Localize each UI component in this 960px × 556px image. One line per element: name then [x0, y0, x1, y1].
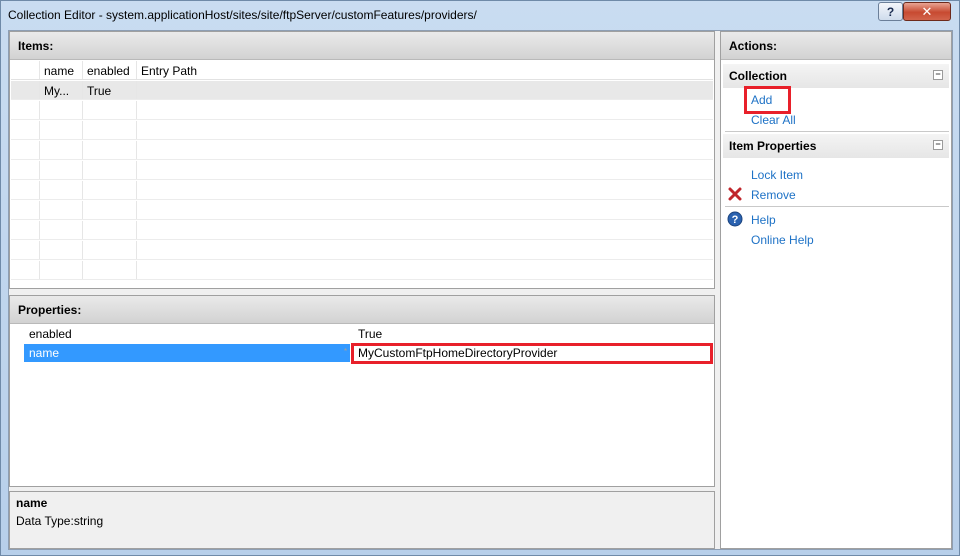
property-value-input[interactable]: MyCustomFtpHomeDirectoryProvider — [351, 343, 713, 364]
client-area: Items: name enabled Entry Path My... Tru… — [8, 30, 953, 550]
properties-header: Properties: — [10, 296, 714, 324]
separator — [725, 131, 949, 132]
collapse-icon[interactable]: − — [933, 70, 943, 80]
empty-row — [11, 181, 713, 200]
cell-entry-path[interactable] — [137, 81, 713, 99]
description-text: Data Type:string — [16, 514, 104, 528]
item-properties-group-title: Item Properties — [729, 139, 817, 153]
item-properties-group-header[interactable]: Item Properties − — [723, 134, 949, 158]
property-row-name[interactable]: name * MyCustomFtpHomeDirectoryProvider — [24, 343, 714, 364]
empty-row — [11, 201, 713, 220]
items-panel: Items: name enabled Entry Path My... Tru… — [9, 31, 715, 289]
empty-row — [11, 141, 713, 160]
collection-editor-window: Collection Editor - system.applicationHo… — [0, 0, 960, 556]
close-icon: ✕ — [921, 3, 933, 19]
row-header-cell — [11, 61, 40, 79]
property-name[interactable]: enabled — [24, 325, 350, 343]
help-link[interactable]: Help — [751, 213, 776, 227]
cell-enabled[interactable]: True — [83, 81, 137, 99]
close-button[interactable]: ✕ — [903, 2, 951, 21]
property-name[interactable]: name — [24, 344, 350, 362]
remove-link[interactable]: Remove — [751, 188, 796, 202]
empty-row — [11, 121, 713, 140]
separator — [725, 206, 949, 207]
items-header: Items: — [10, 32, 714, 60]
cell-name[interactable]: My... — [40, 81, 83, 99]
collection-group-title: Collection — [729, 69, 788, 83]
clear-all-link[interactable]: Clear All — [751, 113, 796, 127]
description-title: name — [16, 496, 48, 510]
property-value[interactable]: True — [352, 325, 712, 343]
column-header-name[interactable]: name — [40, 61, 83, 79]
actions-panel: Actions: Collection − Add Clear All Item… — [720, 31, 952, 549]
empty-row — [11, 221, 713, 240]
actions-header: Actions: — [721, 32, 951, 60]
remove-x-icon — [728, 187, 742, 201]
empty-row — [11, 261, 713, 280]
items-grid[interactable]: name enabled Entry Path My... True — [11, 61, 713, 286]
grid-header-row: name enabled Entry Path — [11, 61, 713, 80]
lock-item-link[interactable]: Lock Item — [751, 168, 803, 182]
help-button[interactable]: ? — [878, 2, 903, 21]
table-row[interactable]: My... True — [11, 81, 713, 100]
online-help-link[interactable]: Online Help — [751, 233, 814, 247]
question-mark-icon: ? — [886, 4, 895, 19]
svg-text:?: ? — [732, 214, 739, 226]
column-header-entry-path[interactable]: Entry Path — [137, 61, 713, 79]
empty-row — [11, 101, 713, 120]
empty-row — [11, 161, 713, 180]
edited-marker: * — [344, 347, 348, 356]
row-header-cell — [11, 81, 40, 99]
window-title: Collection Editor - system.applicationHo… — [8, 8, 477, 22]
title-bar: Collection Editor - system.applicationHo… — [1, 1, 959, 29]
empty-row — [11, 241, 713, 260]
description-panel: name Data Type:string — [9, 491, 715, 549]
column-header-enabled[interactable]: enabled — [83, 61, 137, 79]
collapse-icon[interactable]: − — [933, 140, 943, 150]
help-icon: ? — [727, 211, 743, 227]
add-highlight-box — [744, 86, 791, 114]
properties-panel: Properties: enabled True name * MyCustom… — [9, 295, 715, 487]
property-row-enabled[interactable]: enabled True — [24, 325, 714, 343]
collection-group-header[interactable]: Collection − — [723, 64, 949, 88]
